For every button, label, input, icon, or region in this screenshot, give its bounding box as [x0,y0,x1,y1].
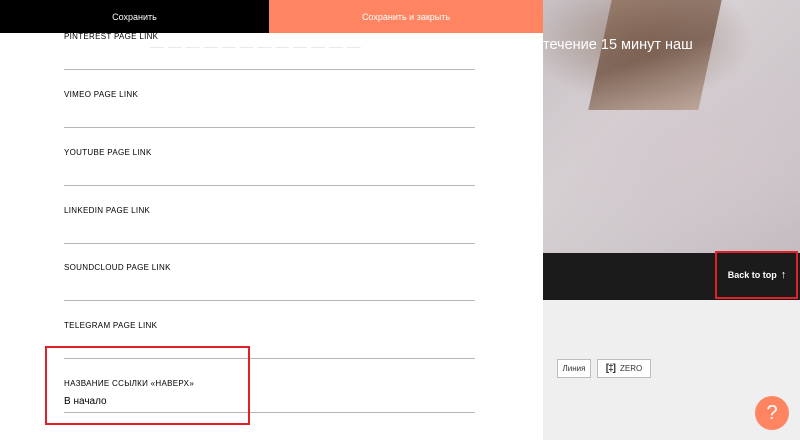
line-block-button[interactable]: Линия [557,359,591,378]
soundcloud-field-label: SOUNDCLOUD PAGE LINK [64,263,171,272]
save-and-close-button[interactable]: Сохранить и закрыть [269,0,543,33]
highlight-box-back-to-top [715,251,798,299]
question-icon: ? [766,401,778,424]
telegram-field: TELEGRAM PAGE LINK [64,321,475,359]
line-block-label: Линия [562,364,586,373]
zero-block-icon: [‡] [605,363,616,374]
pinterest-input[interactable] [64,48,475,70]
vimeo-field: VIMEO PAGE LINK [64,90,475,128]
panel-topbar: Сохранить Сохранить и закрыть [0,0,543,33]
zero-block-label: ZERO [620,364,643,373]
zero-block-button[interactable]: [‡] ZERO [597,359,651,378]
pinterest-field-label: PINTEREST PAGE LINK [64,32,159,41]
book-image [588,0,722,110]
vimeo-field-label: VIMEO PAGE LINK [64,90,139,99]
vimeo-input[interactable] [64,106,475,128]
soundcloud-field: SOUNDCLOUD PAGE LINK [64,263,475,301]
youtube-input[interactable] [64,164,475,186]
telegram-field-label: TELEGRAM PAGE LINK [64,321,158,330]
soundcloud-input[interactable] [64,279,475,301]
save-button[interactable]: Сохранить [0,0,269,33]
linkedin-field-label: LINKEDIN PAGE LINK [64,206,151,215]
help-button[interactable]: ? [755,396,789,430]
youtube-field-label: YOUTUBE PAGE LINK [64,148,152,157]
hero-text: течение 15 минут наш [543,37,693,53]
highlight-box-back-to-top-name [45,346,250,425]
pinterest-field: PINTEREST PAGE LINK [64,32,475,70]
linkedin-field: LINKEDIN PAGE LINK [64,206,475,244]
linkedin-input[interactable] [64,222,475,244]
youtube-field: YOUTUBE PAGE LINK [64,148,475,186]
